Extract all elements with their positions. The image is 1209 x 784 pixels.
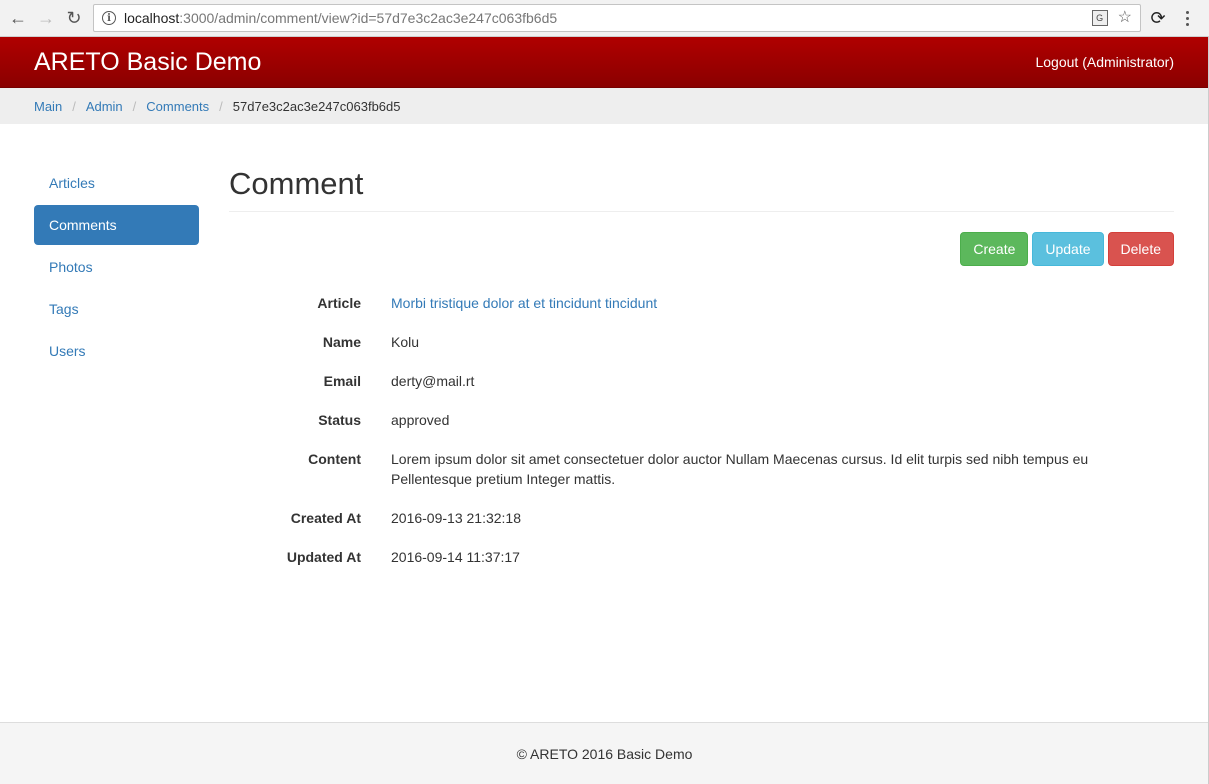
breadcrumb-main[interactable]: Main [34,99,62,114]
detail-value: 2016-09-13 21:32:18 [391,510,521,526]
address-bar[interactable]: i localhost:3000/admin/comment/view?id=5… [93,4,1141,32]
breadcrumb-comments[interactable]: Comments [146,99,209,114]
sidebar-item-users[interactable]: Users [34,331,199,371]
sidebar-item-comments[interactable]: Comments [34,205,199,245]
detail-label: Created At [290,510,361,526]
detail-label: Updated At [286,549,361,565]
app-navbar: ARETO Basic Demo Logout (Administrator) [0,37,1209,88]
update-button[interactable]: Update [1032,232,1104,266]
detail-value: Kolu [391,334,420,350]
forward-arrow-icon[interactable]: → [36,8,56,28]
detail-value: Lorem ipsum dolor sit amet consectetuer … [391,451,1089,487]
bookmark-star-icon[interactable]: ☆ [1118,10,1132,26]
breadcrumb-separator: / [219,98,223,114]
breadcrumb-separator: / [72,98,76,114]
detail-row-article: Article Morbi tristique dolor at et tinc… [229,293,1174,313]
url-host: localhost [124,10,180,26]
url-text[interactable]: localhost:3000/admin/comment/view?id=57d… [124,10,557,26]
logout-link[interactable]: Logout (Administrator) [1035,54,1174,70]
detail-row-content: Content Lorem ipsum dolor sit amet conse… [229,449,1174,489]
sidebar-item-tags[interactable]: Tags [34,289,199,329]
create-button[interactable]: Create [960,232,1029,266]
detail-label: Article [317,295,361,311]
breadcrumb-current: 57d7e3c2ac3e247c063fb6d5 [232,98,401,114]
detail-row-email: Email derty@mail.rt [229,371,1174,391]
detail-row-updated-at: Updated At 2016-09-14 11:37:17 [229,547,1174,567]
brand-title[interactable]: ARETO Basic Demo [34,48,261,77]
detail-value: approved [391,412,450,428]
action-buttons: Create Update Delete [960,232,1174,266]
info-icon[interactable]: i [102,11,116,25]
breadcrumb-separator: / [132,98,137,114]
detail-label: Name [322,334,361,350]
breadcrumb-admin[interactable]: Admin [86,99,123,114]
sidebar-item-articles[interactable]: Articles [34,163,199,203]
sidebar-nav: Articles Comments Photos Tags Users [34,163,199,373]
detail-label: Email [323,373,361,389]
extension-sync-icon[interactable]: ⟳ [1148,8,1168,28]
translate-icon[interactable]: G [1091,10,1108,26]
breadcrumb: Main / Admin / Comments / 57d7e3c2ac3e24… [0,88,1209,124]
sidebar-item-photos[interactable]: Photos [34,247,199,287]
back-arrow-icon[interactable]: ← [8,8,28,28]
browser-menu-icon[interactable] [1180,8,1194,28]
detail-value: 2016-09-14 11:37:17 [391,549,520,565]
url-path: :3000/admin/comment/view?id=57d7e3c2ac3e… [179,10,558,26]
detail-view: Article Morbi tristique dolor at et tinc… [229,293,1174,586]
delete-button[interactable]: Delete [1107,232,1174,266]
detail-label: Content [308,451,361,467]
detail-row-status: Status approved [229,410,1174,430]
page-title: Comment [229,166,364,201]
browser-toolbar: ← → ↻ i localhost:3000/admin/comment/vie… [0,0,1209,37]
detail-label: Status [318,412,361,428]
detail-row-created-at: Created At 2016-09-13 21:32:18 [229,508,1174,528]
detail-row-name: Name Kolu [229,332,1174,352]
footer-text: © ARETO 2016 Basic Demo [516,745,693,762]
article-link[interactable]: Morbi tristique dolor at et tincidunt ti… [391,295,657,311]
detail-value: derty@mail.rt [391,373,475,389]
page-footer: © ARETO 2016 Basic Demo [0,722,1209,784]
title-divider [229,211,1174,212]
reload-icon[interactable]: ↻ [64,8,84,28]
